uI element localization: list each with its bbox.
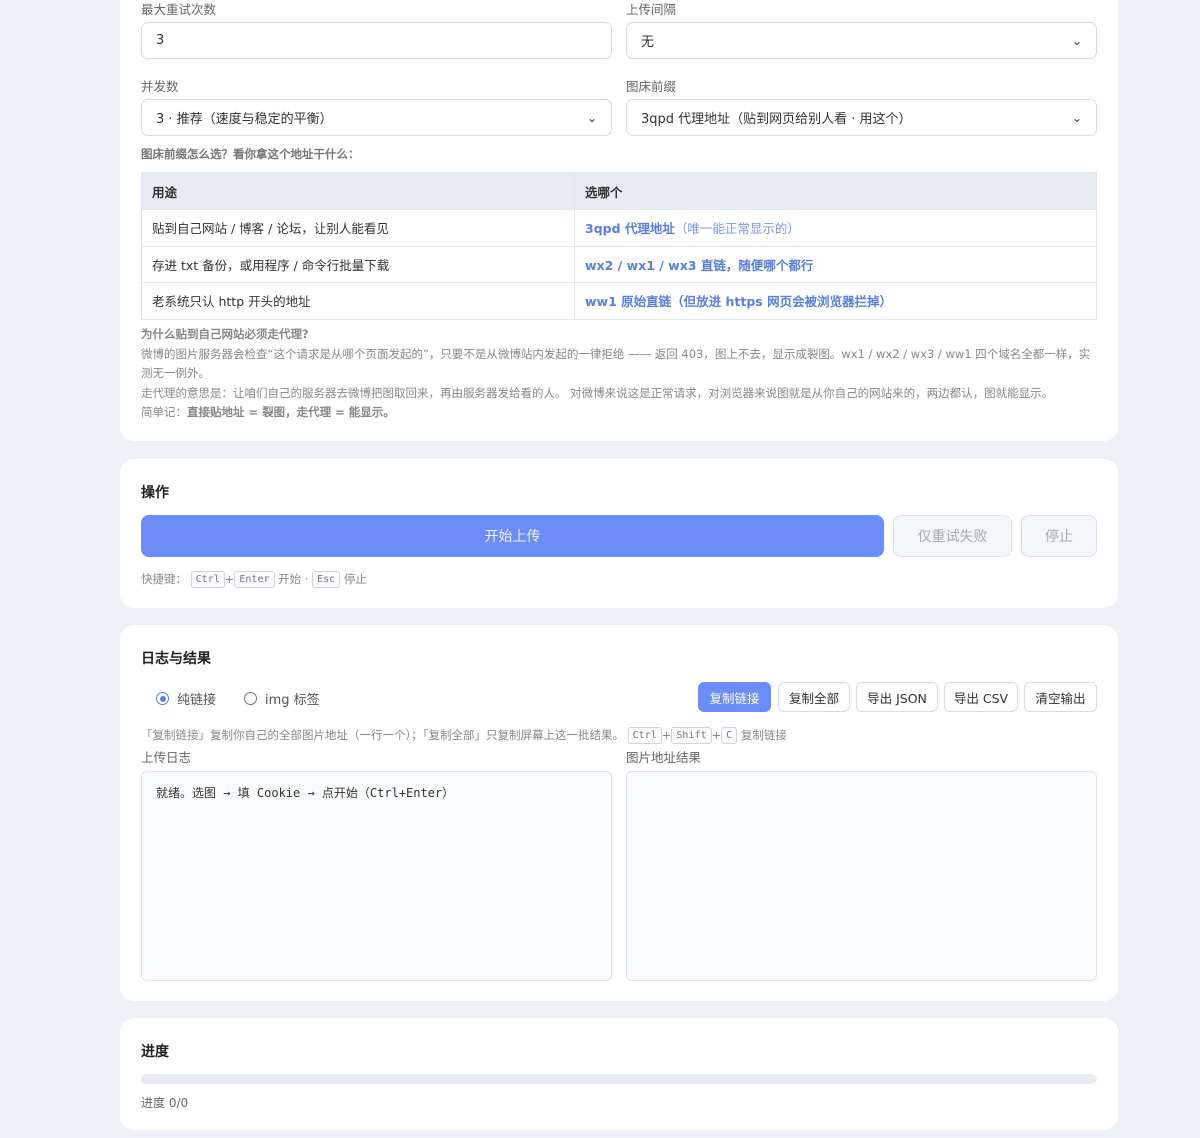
interval-label: 上传间隔: [626, 2, 677, 17]
copy-all-button[interactable]: 复制全部: [778, 682, 850, 712]
prefix-usage-table: 用途 选哪个 贴到自己网站 / 博客 / 论坛，让别人能看见 3qpd 代理地址…: [141, 172, 1097, 320]
notes-paragraph: 微博的图片服务器会检查“这个请求是从哪个页面发起的”，只要不是从微博站内发起的一…: [141, 346, 1091, 381]
proxy-notes: 为什么贴到自己网站必须走代理? 微博的图片服务器会检查“这个请求是从哪个页面发起…: [141, 325, 1099, 423]
actions-title: 操作: [141, 485, 169, 501]
prefix-value: 3qpd 代理地址（贴到网页给别人看 · 用这个）: [641, 112, 912, 127]
interval-value: 无: [641, 35, 655, 50]
key-c: C: [721, 727, 738, 744]
notes-heading: 为什么贴到自己网站必须走代理?: [141, 327, 309, 341]
prefix-label: 图床前缀: [626, 79, 677, 94]
table-row: 老系统只认 http 开头的地址 ww1 原始直链（但放进 https 网页会被…: [141, 282, 1097, 320]
log-title: 日志与结果: [141, 651, 211, 667]
chevron-down-icon: ⌄: [1071, 110, 1082, 125]
log-card: 日志与结果 纯链接 img 标签 复制链接 复制全部 导出 JSON 导出 CS…: [120, 625, 1118, 1001]
table-row: 存进 txt 备份，或用程序 / 命令行批量下载 wx2 / wx1 / wx3…: [141, 245, 1097, 283]
chevron-down-icon: ⌄: [1071, 33, 1082, 48]
notes-paragraph: 简单记：直接贴地址 = 裂图，走代理 = 能显示。: [141, 405, 395, 419]
upload-log-textarea[interactable]: 就绪。选图 → 填 Cookie → 点开始（Ctrl+Enter）: [141, 771, 612, 981]
radio-label: img 标签: [265, 693, 320, 708]
table-header: 用途: [141, 172, 575, 210]
max-retry-input[interactable]: 3: [141, 22, 612, 59]
concurrency-select[interactable]: 3 · 推荐（速度与稳定的平衡） ⌄: [141, 99, 612, 136]
progress-card: 进度 进度 0/0: [120, 1018, 1118, 1130]
retry-failed-button[interactable]: 仅重试失败: [893, 515, 1012, 557]
export-csv-button[interactable]: 导出 CSV: [944, 682, 1018, 712]
table-row: 贴到自己网站 / 博客 / 论坛，让别人能看见 3qpd 代理地址（唯一能正常显…: [141, 209, 1097, 247]
table-cell: 老系统只认 http 开头的地址: [141, 282, 575, 320]
concurrency-value: 3 · 推荐（速度与稳定的平衡）: [156, 112, 333, 127]
max-retry-label: 最大重试次数: [141, 2, 217, 17]
key-ctrl: Ctrl: [190, 571, 225, 588]
key-esc: Esc: [312, 571, 341, 588]
progress-text: 进度 0/0: [141, 1096, 189, 1110]
table-cell: 存进 txt 备份，或用程序 / 命令行批量下载: [141, 245, 575, 283]
table-cell: 3qpd 代理地址（唯一能正常显示的）: [574, 209, 1097, 247]
radio-checked-icon: [156, 692, 169, 705]
progress-title: 进度: [141, 1044, 169, 1060]
upload-log-label: 上传日志: [141, 750, 192, 765]
prefix-help: 图床前缀怎么选？看你拿这个地址干什么：: [141, 147, 360, 161]
table-cell: ww1 原始直链（但放进 https 网页会被浏览器拦掉）: [574, 282, 1097, 320]
concurrency-label: 并发数: [141, 79, 179, 94]
key-enter: Enter: [234, 571, 275, 588]
start-upload-button[interactable]: 开始上传: [141, 515, 884, 557]
export-json-button[interactable]: 导出 JSON: [856, 682, 938, 712]
interval-select[interactable]: 无 ⌄: [626, 22, 1097, 59]
table-cell: wx2 / wx1 / wx3 直链，随便哪个都行: [574, 245, 1097, 283]
actions-card: 操作 开始上传 仅重试失败 停止 快捷键： Ctrl + Enter 开始 · Es…: [120, 459, 1118, 608]
max-retry-value: 3: [156, 33, 165, 48]
radio-plain-link[interactable]: 纯链接: [156, 689, 216, 708]
table-cell: 贴到自己网站 / 博客 / 论坛，让别人能看见: [141, 209, 575, 247]
shortcut-hint: 快捷键： Ctrl + Enter 开始 · Esc 停止: [141, 571, 367, 588]
key-ctrl: Ctrl: [627, 727, 662, 744]
radio-img-tag[interactable]: img 标签: [244, 689, 320, 708]
chevron-down-icon: ⌄: [586, 110, 597, 125]
copy-links-button[interactable]: 复制链接: [698, 682, 771, 712]
result-label: 图片地址结果: [626, 750, 702, 765]
progress-bar: [141, 1074, 1097, 1084]
radio-label: 纯链接: [177, 693, 217, 708]
key-shift: Shift: [671, 727, 712, 744]
copy-help: 「复制链接」复制你自己的全部图片地址（一行一个）；「复制全部」只复制屏幕上这一批…: [141, 727, 787, 744]
prefix-select[interactable]: 3qpd 代理地址（贴到网页给别人看 · 用这个） ⌄: [626, 99, 1097, 136]
radio-unchecked-icon: [244, 692, 257, 705]
stop-button[interactable]: 停止: [1021, 515, 1097, 557]
settings-card: 最大重试次数 3 上传间隔 无 ⌄ 并发数 3 · 推荐（速度与稳定的平衡） ⌄…: [120, 0, 1118, 441]
notes-paragraph: 走代理的意思是：让咱们自己的服务器去微博把图取回来，再由服务器发给看的人。 对微…: [141, 385, 1054, 400]
clear-output-button[interactable]: 清空输出: [1024, 682, 1097, 712]
table-header: 选哪个: [574, 172, 1097, 210]
result-textarea[interactable]: [626, 771, 1097, 981]
